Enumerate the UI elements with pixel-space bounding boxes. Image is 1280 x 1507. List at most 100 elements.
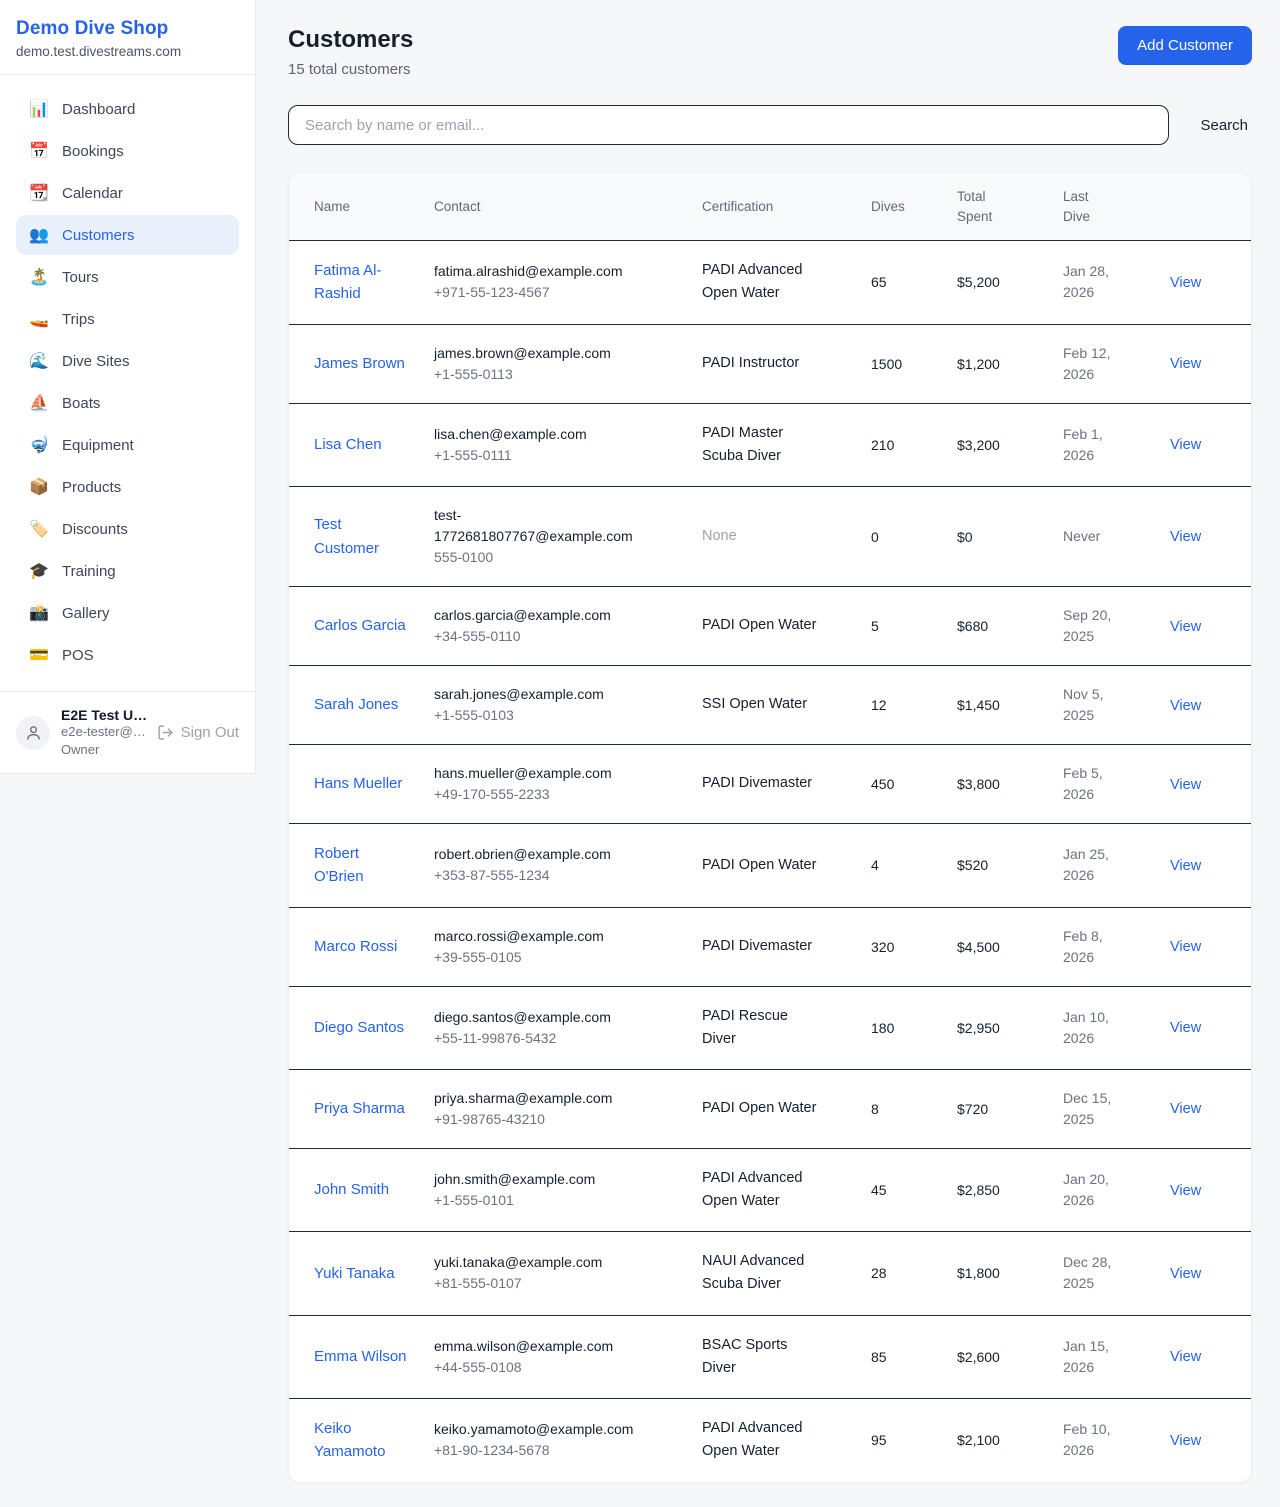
view-link[interactable]: View [1170, 437, 1201, 453]
dives-count: 85 [871, 1349, 887, 1365]
customer-name-link[interactable]: John Smith [314, 1178, 389, 1201]
total-spent: $680 [957, 618, 988, 634]
sidebar-item-dive-sites[interactable]: 🌊 Dive Sites [16, 341, 239, 381]
sidebar-item-label: POS [62, 647, 94, 664]
customer-email: marco.rossi@example.com [434, 926, 646, 947]
view-link[interactable]: View [1170, 275, 1201, 291]
sidebar-item-label: Bookings [62, 143, 124, 160]
view-link[interactable]: View [1170, 356, 1201, 372]
sidebar-item-calendar[interactable]: 📆 Calendar [16, 173, 239, 213]
customer-name-link[interactable]: Sarah Jones [314, 693, 398, 716]
customer-name-link[interactable]: Emma Wilson [314, 1345, 407, 1368]
view-link[interactable]: View [1170, 858, 1201, 874]
certification: PADI Rescue Diver [702, 1005, 820, 1051]
column-header-last-dive: Last Dive [1063, 173, 1170, 241]
dives-count: 320 [871, 939, 894, 955]
certification: NAUI Advanced Scuba Diver [702, 1250, 820, 1296]
customer-email: carlos.garcia@example.com [434, 605, 646, 626]
total-spent: $1,450 [957, 697, 1000, 713]
sidebar-item-equipment[interactable]: 🤿 Equipment [16, 425, 239, 465]
view-link[interactable]: View [1170, 1183, 1201, 1199]
customer-name-link[interactable]: Lisa Chen [314, 433, 382, 456]
total-spent: $3,200 [957, 437, 1000, 453]
table-header-row: Name Contact Certification Dives Total S… [289, 173, 1251, 241]
customer-name-link[interactable]: James Brown [314, 352, 405, 375]
customer-email: yuki.tanaka@example.com [434, 1252, 646, 1273]
table-row: Yuki Tanaka yuki.tanaka@example.com +81-… [289, 1232, 1251, 1315]
view-link[interactable]: View [1170, 1266, 1201, 1282]
search-button[interactable]: Search [1196, 111, 1252, 140]
customer-name-link[interactable]: Diego Santos [314, 1016, 404, 1039]
total-spent: $5,200 [957, 274, 1000, 290]
page-title: Customers [288, 26, 413, 54]
search-input[interactable] [288, 105, 1169, 145]
sign-out-label: Sign Out [181, 724, 239, 741]
dives-count: 180 [871, 1020, 894, 1036]
customer-name-link[interactable]: Hans Mueller [314, 772, 402, 795]
table-row: Emma Wilson emma.wilson@example.com +44-… [289, 1315, 1251, 1398]
view-link[interactable]: View [1170, 619, 1201, 635]
view-link[interactable]: View [1170, 939, 1201, 955]
sidebar-item-trips[interactable]: 🚤 Trips [16, 299, 239, 339]
dives-count: 45 [871, 1182, 887, 1198]
sidebar-item-dashboard[interactable]: 📊 Dashboard [16, 89, 239, 129]
sidebar-item-label: Equipment [62, 437, 134, 454]
sidebar-item-customers[interactable]: 👥 Customers [16, 215, 239, 255]
pos-icon: 💳 [29, 645, 49, 665]
customer-name-link[interactable]: Carlos Garcia [314, 614, 406, 637]
customer-count: 15 total customers [288, 61, 413, 78]
customer-phone: +49-170-555-2233 [434, 784, 694, 805]
sidebar-item-label: Tours [62, 269, 99, 286]
total-spent: $1,200 [957, 356, 1000, 372]
equipment-icon: 🤿 [29, 435, 49, 455]
shop-name: Demo Dive Shop [16, 18, 239, 40]
last-dive: Dec 15, 2025 [1063, 1088, 1123, 1130]
sign-out-button[interactable]: Sign Out [157, 724, 239, 741]
customer-name-link[interactable]: Robert O'Brien [314, 842, 410, 889]
sidebar-item-products[interactable]: 📦 Products [16, 467, 239, 507]
customer-email: hans.mueller@example.com [434, 763, 646, 784]
customer-name-link[interactable]: Fatima Al-Rashid [314, 259, 410, 306]
view-link[interactable]: View [1170, 777, 1201, 793]
customer-name-link[interactable]: Marco Rossi [314, 935, 397, 958]
calendar-icon: 📆 [29, 183, 49, 203]
table-row: Keiko Yamamoto keiko.yamamoto@example.co… [289, 1399, 1251, 1482]
sidebar-item-discounts[interactable]: 🏷️ Discounts [16, 509, 239, 549]
user-name: E2E Test U… [61, 707, 146, 723]
sidebar-item-training[interactable]: 🎓 Training [16, 551, 239, 591]
customer-phone: +1-555-0111 [434, 445, 694, 466]
view-link[interactable]: View [1170, 1433, 1201, 1449]
customers-table-card: Name Contact Certification Dives Total S… [288, 172, 1252, 1483]
customer-phone: +1-555-0113 [434, 364, 694, 385]
customer-email: john.smith@example.com [434, 1169, 646, 1190]
customer-email: sarah.jones@example.com [434, 684, 646, 705]
table-row: Test Customer test-1772681807767@example… [289, 487, 1251, 587]
dives-count: 65 [871, 274, 887, 290]
customer-name-link[interactable]: Priya Sharma [314, 1097, 405, 1120]
main-content: Customers 15 total customers Add Custome… [256, 0, 1280, 1507]
avatar [16, 716, 50, 750]
sidebar-item-tours[interactable]: 🏝️ Tours [16, 257, 239, 297]
view-link[interactable]: View [1170, 1101, 1201, 1117]
certification: PADI Advanced Open Water [702, 1167, 820, 1213]
table-row: Priya Sharma priya.sharma@example.com +9… [289, 1069, 1251, 1148]
sidebar-item-pos[interactable]: 💳 POS [16, 635, 239, 675]
add-customer-button[interactable]: Add Customer [1118, 26, 1252, 65]
customer-name-link[interactable]: Test Customer [314, 513, 410, 560]
view-link[interactable]: View [1170, 1020, 1201, 1036]
view-link[interactable]: View [1170, 698, 1201, 714]
view-link[interactable]: View [1170, 529, 1201, 545]
last-dive: Feb 5, 2026 [1063, 763, 1123, 805]
user-info: E2E Test U… e2e-tester@… Owner [61, 707, 146, 758]
customer-name-link[interactable]: Keiko Yamamoto [314, 1417, 410, 1464]
dive-sites-icon: 🌊 [29, 351, 49, 371]
dives-count: 12 [871, 697, 887, 713]
customer-name-link[interactable]: Yuki Tanaka [314, 1262, 395, 1285]
sidebar-item-boats[interactable]: ⛵ Boats [16, 383, 239, 423]
certification: PADI Open Water [702, 614, 816, 637]
column-header-total-spent: Total Spent [957, 173, 1063, 241]
sidebar-item-gallery[interactable]: 📸 Gallery [16, 593, 239, 633]
last-dive: Never [1063, 526, 1100, 547]
sidebar-item-bookings[interactable]: 📅 Bookings [16, 131, 239, 171]
view-link[interactable]: View [1170, 1349, 1201, 1365]
